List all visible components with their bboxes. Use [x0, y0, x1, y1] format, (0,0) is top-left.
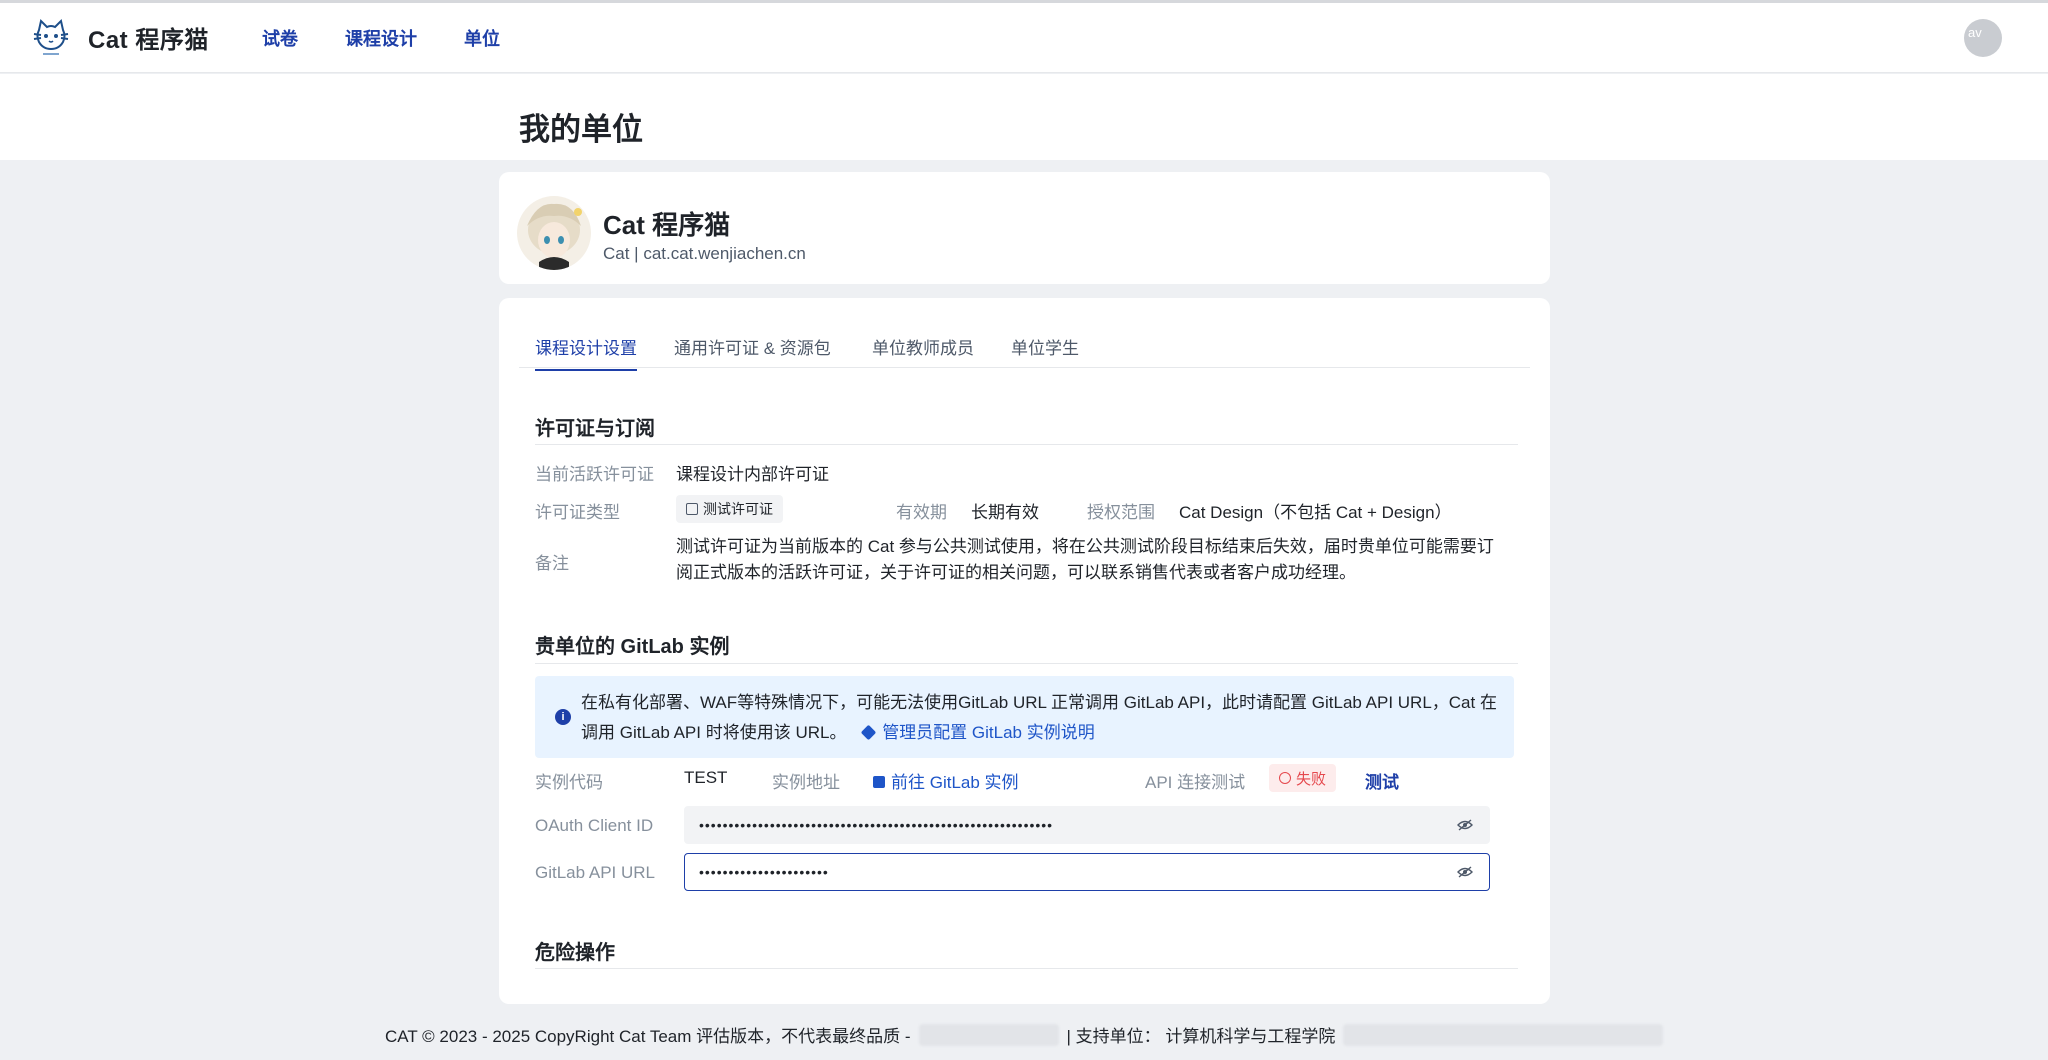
go-to-gitlab-link[interactable]: 前往 GitLab 实例: [873, 768, 1019, 793]
tab-license-resources[interactable]: 通用许可证 & 资源包: [674, 334, 831, 369]
page-header: 我的单位: [0, 74, 2048, 160]
gitlab-logo-icon: [873, 776, 885, 788]
tab-teacher-members[interactable]: 单位教师成员: [872, 334, 974, 369]
nav-links: 试卷 课程设计 单位: [262, 25, 547, 51]
footer: CAT © 2023 - 2025 CopyRight Cat Team 评估版…: [385, 1022, 1664, 1047]
note-label: 备注: [535, 554, 569, 573]
instance-address-label: 实例地址: [772, 773, 840, 792]
user-avatar-alt: av: [1968, 25, 1982, 40]
org-card: Cat 程序猫 Cat | cat.cat.wenjiachen.cn: [499, 172, 1550, 284]
validity-value: 长期有效: [971, 503, 1039, 522]
page-title: 我的单位: [519, 112, 643, 147]
footer-copyright: CAT © 2023 - 2025 CopyRight Cat Team 评估版…: [385, 1027, 911, 1046]
alert-text: 在私有化部署、WAF等特殊情况下，可能无法使用GitLab URL 正常调用 G…: [581, 688, 1501, 748]
nav-link-exam[interactable]: 试卷: [262, 25, 298, 51]
license-doc-icon: [686, 503, 698, 515]
api-status-badge: 失败: [1269, 764, 1337, 792]
footer-support: | 支持单位： 计算机科学与工程学院: [1066, 1027, 1336, 1046]
scope-label: 授权范围: [1087, 503, 1155, 522]
org-avatar: [517, 196, 591, 270]
brand[interactable]: Cat 程序猫: [30, 16, 209, 58]
user-avatar[interactable]: av: [1964, 19, 2002, 57]
instance-code-value: TEST: [684, 768, 728, 787]
brand-name: Cat 程序猫: [88, 26, 209, 54]
admin-config-link[interactable]: 管理员配置 GitLab 实例说明: [860, 723, 1095, 742]
tab-students[interactable]: 单位学生: [1011, 334, 1079, 369]
scope-value: Cat Design（不包括 Cat + Design）: [1179, 503, 1452, 522]
nav-link-course-design[interactable]: 课程设计: [345, 25, 417, 51]
danger-section-title: 危险操作: [535, 942, 615, 964]
info-alert: i 在私有化部署、WAF等特殊情况下，可能无法使用GitLab URL 正常调用…: [535, 676, 1514, 758]
divider: [535, 663, 1518, 664]
license-type-tag: 测试许可证: [676, 495, 783, 523]
cat-logo-icon: [33, 19, 69, 55]
error-circle-icon: [1279, 772, 1291, 784]
current-license-value: 课程设计内部许可证: [676, 465, 829, 484]
test-connection-button[interactable]: 测试: [1365, 768, 1399, 793]
tab-bar: 课程设计设置 通用许可证 & 资源包 单位教师成员 单位学生: [519, 334, 1530, 371]
redacted-text: [1343, 1023, 1664, 1046]
api-test-label: API 连接测试: [1145, 773, 1246, 792]
gitlab-logo-icon: [860, 724, 877, 741]
license-type-value: 测试许可证: [703, 501, 773, 517]
oauth-label: OAuth Client ID: [535, 816, 654, 835]
navbar: Cat 程序猫 试卷 课程设计 单位 av: [0, 3, 2048, 73]
divider: [535, 968, 1518, 969]
nav-link-organization[interactable]: 单位: [464, 25, 500, 51]
info-icon: i: [555, 709, 571, 725]
settings-card: 课程设计设置 通用许可证 & 资源包 单位教师成员 单位学生 许可证与订阅 当前…: [499, 298, 1550, 1004]
admin-config-link-label: 管理员配置 GitLab 实例说明: [882, 723, 1095, 742]
gitlab-api-url-input[interactable]: [684, 853, 1490, 891]
license-section-title: 许可证与订阅: [535, 418, 655, 440]
api-url-label: GitLab API URL: [535, 863, 656, 882]
api-status-text: 失败: [1296, 770, 1327, 788]
license-type-label: 许可证类型: [535, 503, 620, 522]
gitlab-section-title: 贵单位的 GitLab 实例: [535, 636, 730, 658]
note-value: 测试许可证为当前版本的 Cat 参与公共测试使用，将在公共测试阶段目标结束后失效…: [676, 537, 1494, 582]
go-to-gitlab-label: 前往 GitLab 实例: [891, 773, 1019, 792]
org-name: Cat 程序猫: [603, 210, 731, 240]
current-license-label: 当前活跃许可证: [535, 465, 654, 484]
validity-label: 有效期: [896, 503, 947, 522]
eye-off-icon[interactable]: [1457, 819, 1473, 831]
org-subtitle: Cat | cat.cat.wenjiachen.cn: [603, 244, 806, 263]
instance-code-label: 实例代码: [535, 773, 603, 792]
divider: [535, 444, 1518, 445]
redacted-text: [918, 1023, 1059, 1046]
oauth-client-id-input[interactable]: [684, 806, 1490, 844]
eye-off-icon[interactable]: [1457, 866, 1473, 878]
tab-course-design-settings[interactable]: 课程设计设置: [535, 334, 637, 371]
